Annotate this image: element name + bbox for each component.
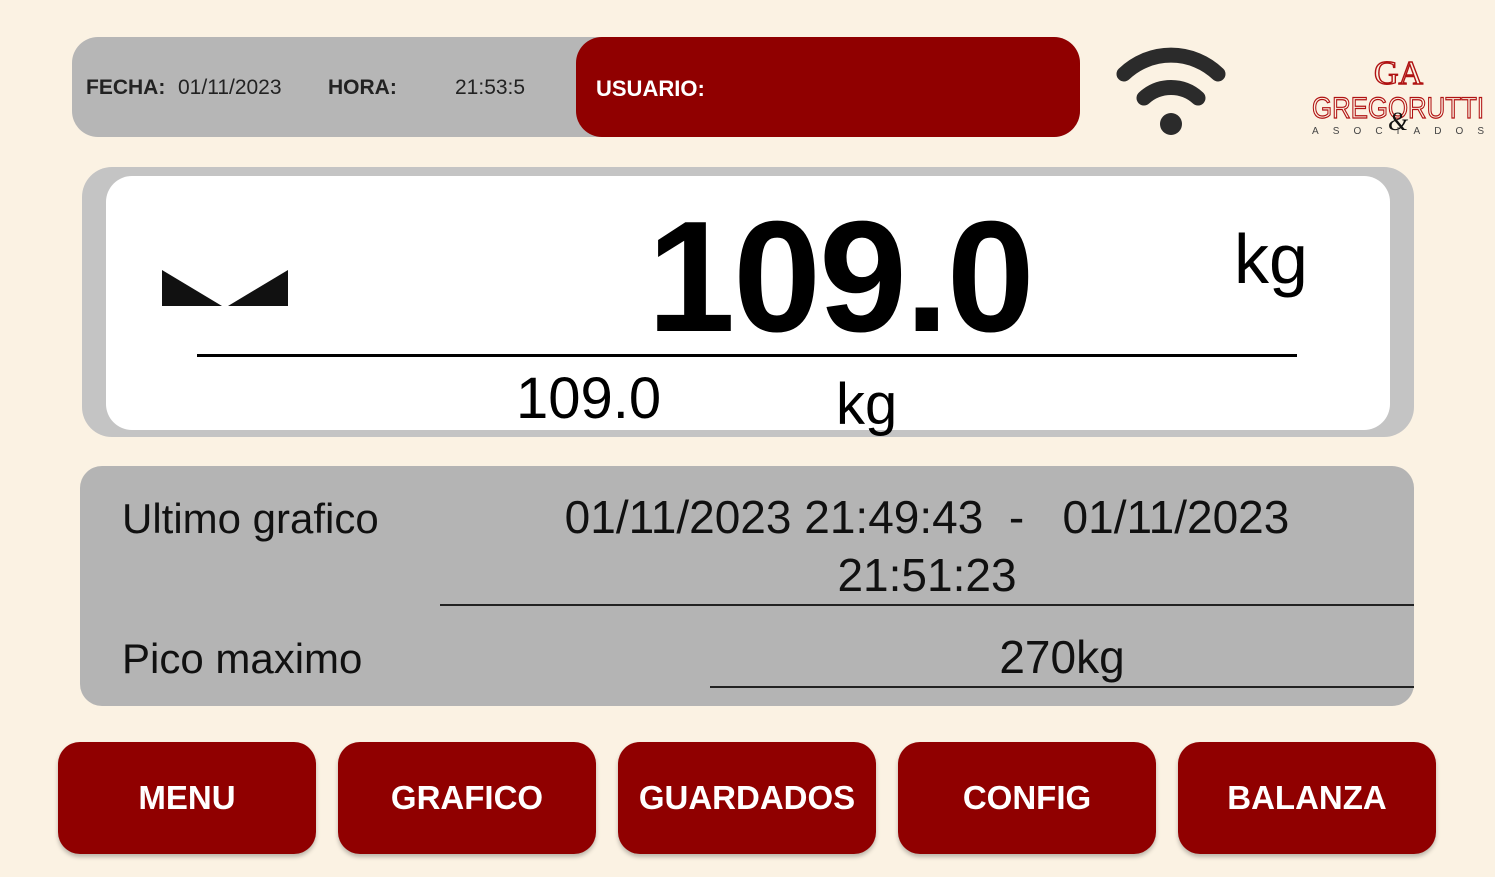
date-value: 01/11/2023 — [178, 76, 282, 99]
wifi-icon[interactable] — [1112, 36, 1230, 140]
grafico-button[interactable]: GRAFICO — [338, 742, 596, 854]
date-label: FECHA: — [86, 76, 166, 99]
last-chart-label: Ultimo grafico — [122, 495, 379, 542]
user-box[interactable]: USUARIO: — [576, 37, 1080, 137]
peak-label: Pico maximo — [122, 635, 363, 682]
display-divider — [197, 354, 1297, 357]
secondary-weight-value: 109.0 — [516, 366, 662, 431]
logo-subtitle: ASOCIADOS — [1312, 126, 1484, 137]
last-chart-range-line2: 21:51:23 — [837, 549, 1017, 601]
menu-button[interactable]: MENU — [58, 742, 316, 854]
main-weight-value: 109.0 — [647, 189, 1034, 365]
guardados-button[interactable]: GUARDADOS — [618, 742, 876, 854]
user-label: USUARIO: — [596, 76, 705, 101]
main-weight-unit: kg — [1234, 220, 1308, 298]
company-logo: GA GREGORUTTI & ASOCIADOS — [1311, 54, 1484, 137]
last-chart-underline — [440, 604, 1414, 606]
time-value: 21:53:5 — [455, 76, 526, 99]
stable-triangles-icon — [162, 270, 288, 306]
peak-value: 270kg — [999, 631, 1125, 683]
peak-underline — [710, 686, 1414, 688]
logo-monogram: GA — [1374, 55, 1424, 92]
time-label: HORA: — [328, 76, 397, 99]
config-button[interactable]: CONFIG — [898, 742, 1156, 854]
balanza-button[interactable]: BALANZA — [1178, 742, 1436, 854]
last-chart-range-line1: 01/11/2023 21:49:43 - 01/11/2023 — [564, 491, 1290, 543]
secondary-weight-unit: kg — [836, 372, 898, 437]
